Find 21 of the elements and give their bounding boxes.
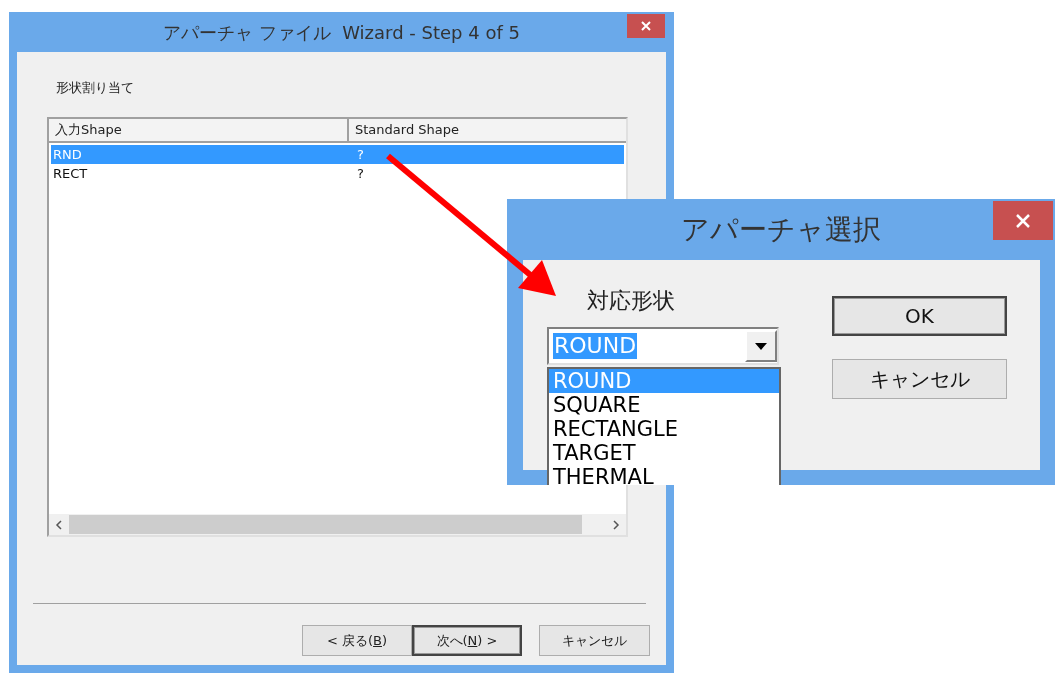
window-title: アパーチャ ファイル Wizard - Step 4 of 5 bbox=[163, 20, 520, 45]
table-cell-text: ? bbox=[356, 145, 364, 164]
dropdown-option[interactable]: SQUARE bbox=[549, 393, 779, 417]
dropdown-option[interactable]: TARGET bbox=[549, 441, 779, 465]
table-row[interactable]: RECT ? bbox=[51, 164, 624, 183]
dialog-button[interactable]: キャンセル bbox=[832, 359, 1007, 399]
dialog-title: アパーチャ選択 bbox=[681, 211, 881, 248]
table-cell-text: RECT bbox=[52, 164, 89, 183]
dialog-button[interactable]: OK bbox=[832, 296, 1007, 336]
dialog-button[interactable]: 次へ(N) > bbox=[412, 625, 522, 656]
combo-value: ROUND bbox=[553, 333, 638, 359]
section-label: 形状割り当て bbox=[56, 79, 134, 97]
table-cell-text: RND bbox=[52, 145, 83, 164]
column-header[interactable]: 入力Shape bbox=[49, 119, 349, 141]
field-label: 対応形状 bbox=[587, 287, 675, 315]
dialog-button[interactable]: キャンセル bbox=[539, 625, 650, 656]
dropdown-option[interactable]: THERMAL bbox=[549, 465, 779, 485]
dropdown-option[interactable]: RECTANGLE bbox=[549, 417, 779, 441]
column-header[interactable]: Standard Shape bbox=[349, 119, 626, 141]
dialog-button[interactable]: < 戻る(B) bbox=[302, 625, 412, 656]
table-cell-text: ? bbox=[356, 164, 364, 183]
